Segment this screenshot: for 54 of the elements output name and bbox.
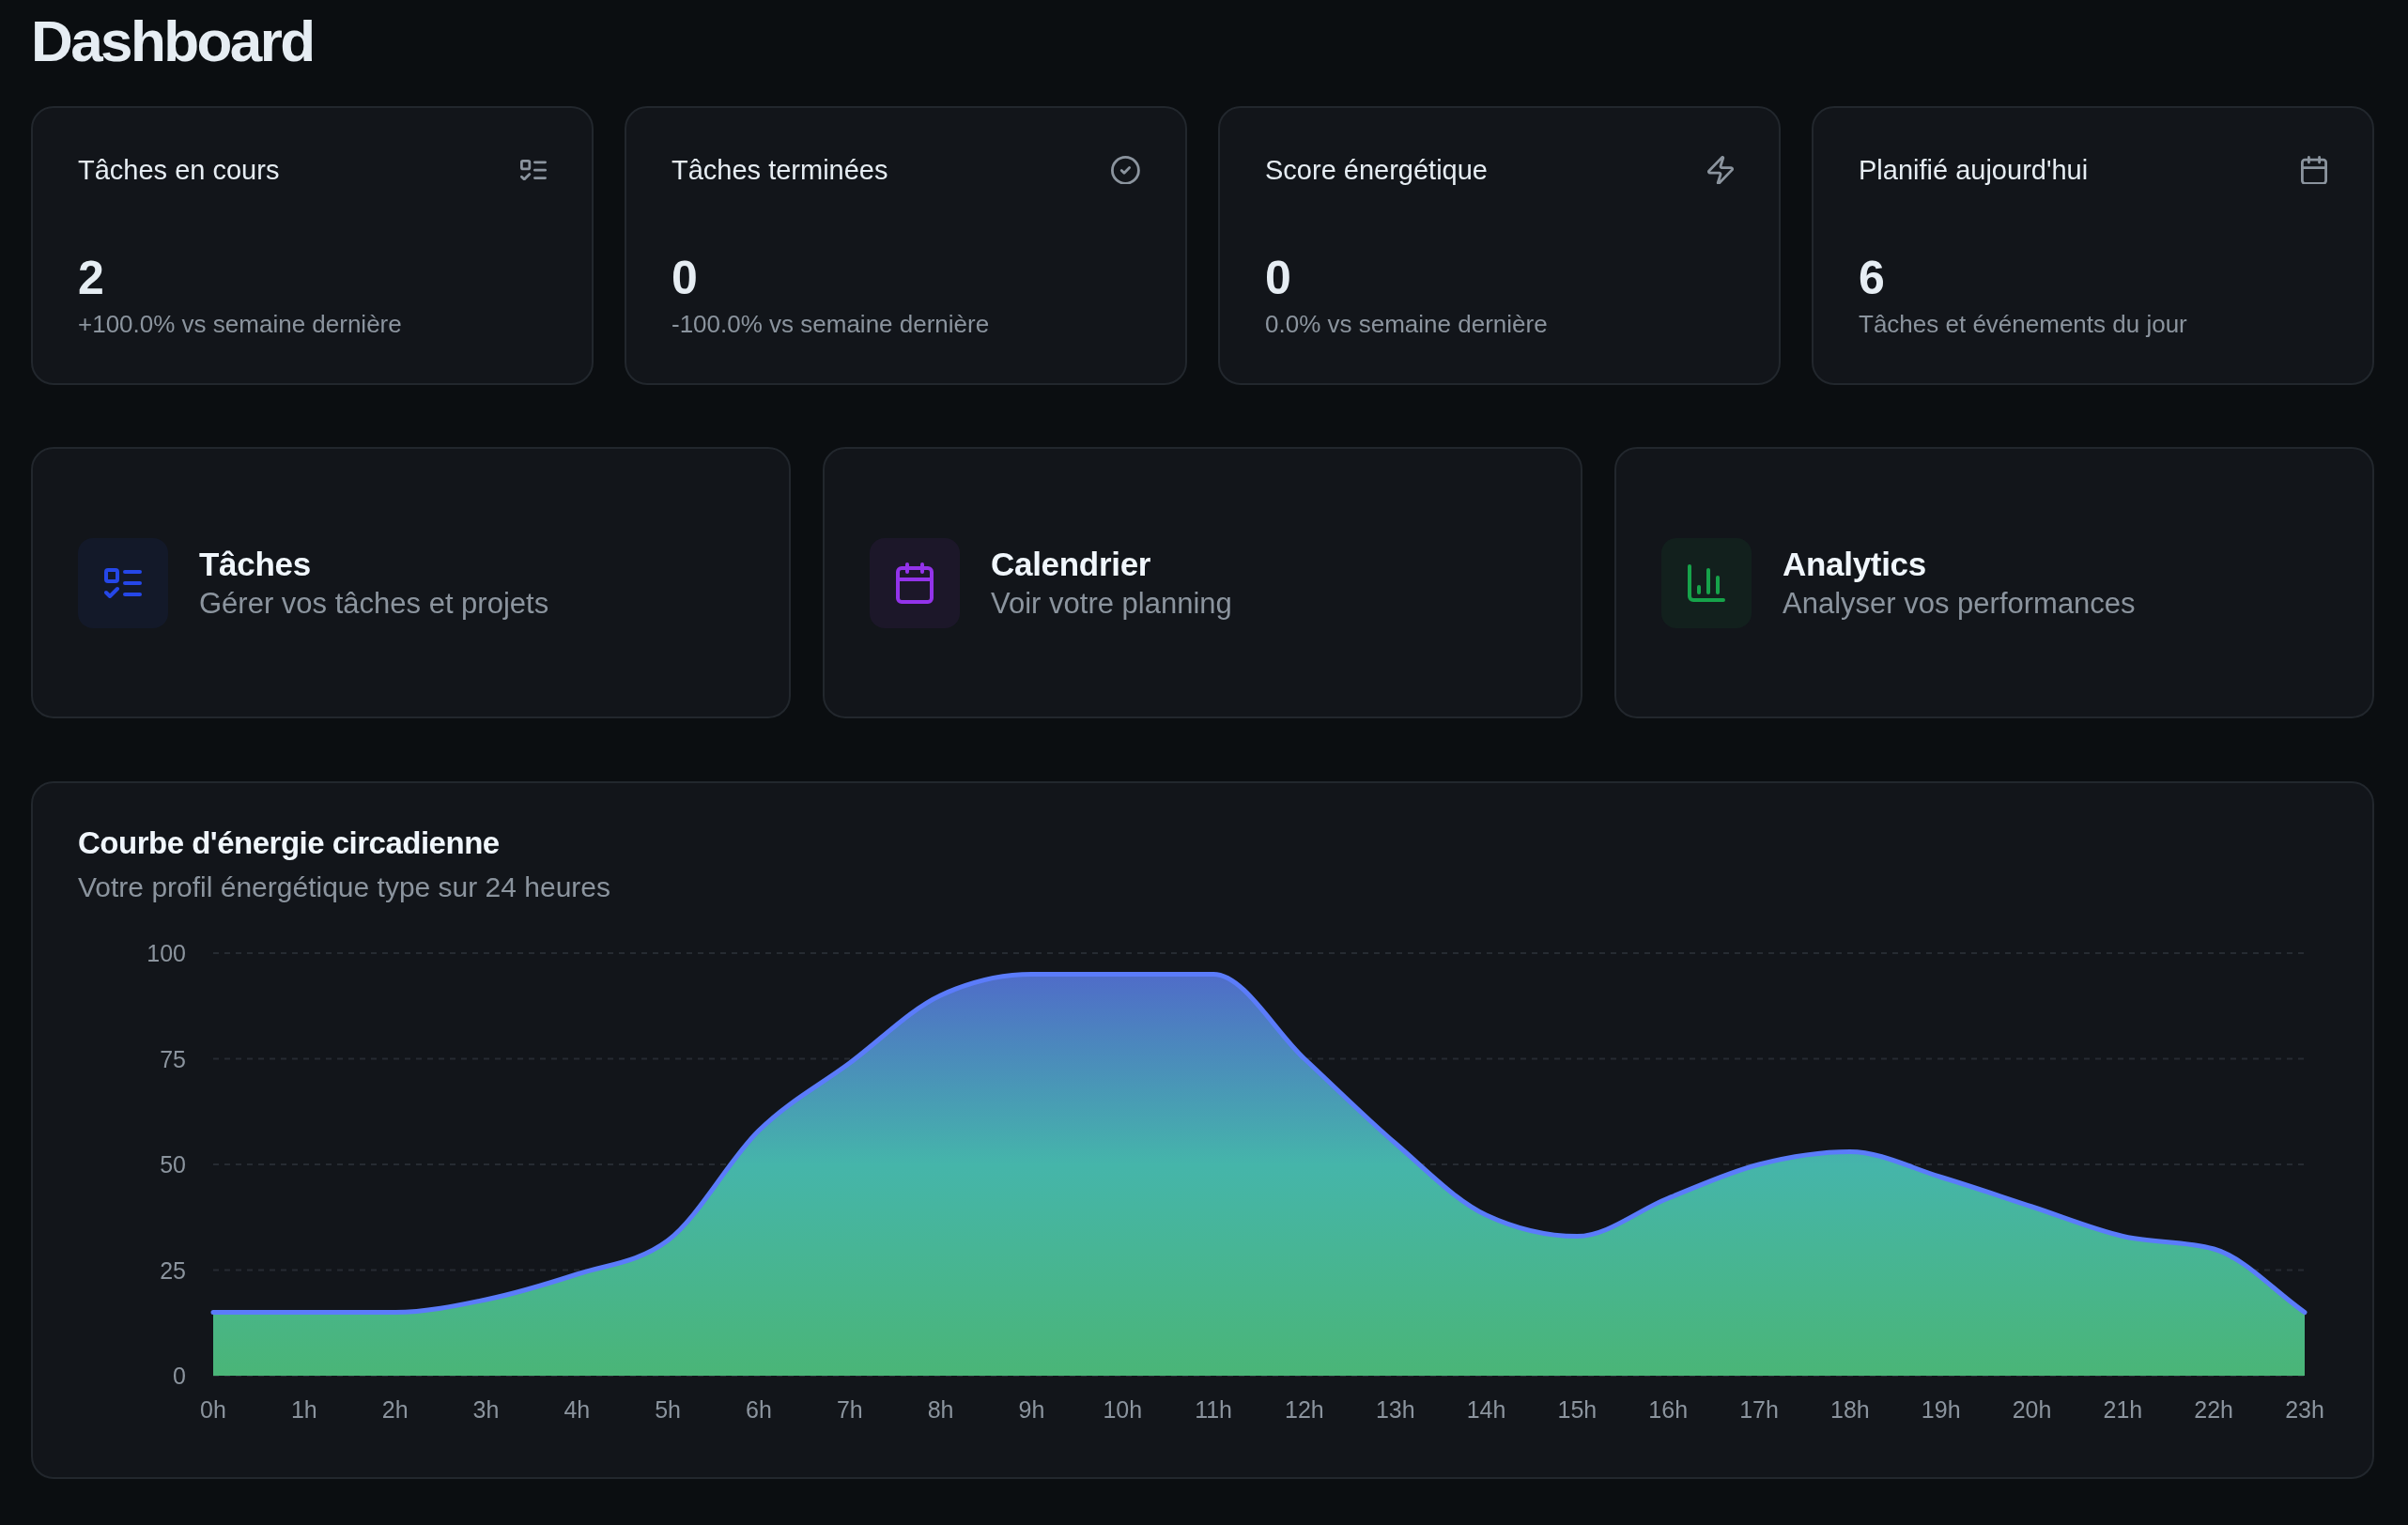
stat-change-text: -100.0% vs semaine dernière: [671, 309, 991, 340]
x-axis-label: 9h: [1018, 1396, 1045, 1423]
calendar-icon: [2301, 155, 2327, 185]
x-axis-label: 4h: [563, 1396, 591, 1423]
stat-label: Tâches terminées: [671, 154, 888, 187]
x-axis-label: 5h: [655, 1396, 682, 1423]
x-axis-label: 12h: [1285, 1396, 1324, 1423]
nav-card-title: Tâches: [199, 544, 312, 584]
stat-label: Tâches en cours: [78, 154, 280, 187]
nav-card-title: Calendrier: [991, 544, 1152, 584]
x-axis-label: 21h: [2103, 1396, 2143, 1423]
nav-card-title: Analytics: [1783, 544, 1927, 584]
stat-label: Score énergétique: [1265, 154, 1488, 187]
stat-change-text: 0.0% vs semaine dernière: [1265, 309, 1549, 340]
lightning-icon: [1707, 155, 1734, 185]
x-axis-label: 18h: [1830, 1396, 1870, 1423]
stat-value: 2: [78, 251, 105, 306]
x-axis-label: 2h: [381, 1396, 409, 1423]
page-title: Dashboard: [31, 8, 315, 75]
nav-card-description: Voir votre planning: [991, 585, 1232, 622]
nav-card-description: Analyser vos performances: [1783, 585, 2136, 622]
stat-label: Planifié aujourd'hui: [1859, 154, 2089, 187]
y-axis-label: 0: [173, 1363, 186, 1389]
x-axis-label: 7h: [836, 1396, 863, 1423]
stat-value: 0: [671, 251, 699, 306]
stat-change-text: +100.0% vs semaine dernière: [78, 309, 403, 340]
chart-subtitle: Votre profil énergétique type sur 24 heures: [78, 870, 612, 904]
x-axis-label: 22h: [2194, 1396, 2234, 1423]
x-axis-label: 23h: [2285, 1396, 2324, 1423]
checklist-icon: [520, 159, 547, 181]
x-axis-label: 17h: [1739, 1396, 1779, 1423]
y-axis-label: 100: [147, 940, 186, 966]
x-axis-label: 1h: [290, 1396, 317, 1423]
x-axis-label: 8h: [927, 1396, 954, 1423]
x-axis-label: 16h: [1648, 1396, 1689, 1423]
x-axis-label: 13h: [1375, 1396, 1415, 1423]
check-circle-icon: [1111, 155, 1140, 185]
y-axis-label: 75: [160, 1045, 186, 1072]
stat-value: 6: [1859, 251, 1886, 306]
x-axis-label: 11h: [1195, 1396, 1232, 1423]
y-axis-label: 25: [160, 1256, 186, 1284]
x-axis-label: 20h: [2012, 1396, 2052, 1423]
stat-change-text: Tâches et événements du jour: [1859, 309, 2188, 340]
x-axis-label: 6h: [746, 1396, 772, 1423]
stat-value: 0: [1265, 251, 1292, 306]
x-axis-label: 0h: [200, 1396, 226, 1423]
chart-title: Courbe d'énergie circadienne: [78, 824, 501, 862]
x-axis-label: 15h: [1557, 1396, 1598, 1423]
nav-card-description: Gérer vos tâches et projets: [199, 585, 549, 622]
x-axis-label: 10h: [1103, 1396, 1143, 1423]
x-axis-label: 19h: [1921, 1396, 1961, 1423]
x-axis-label: 3h: [472, 1396, 500, 1423]
y-axis-label: 50: [160, 1151, 186, 1178]
x-axis-label: 14h: [1466, 1396, 1506, 1423]
